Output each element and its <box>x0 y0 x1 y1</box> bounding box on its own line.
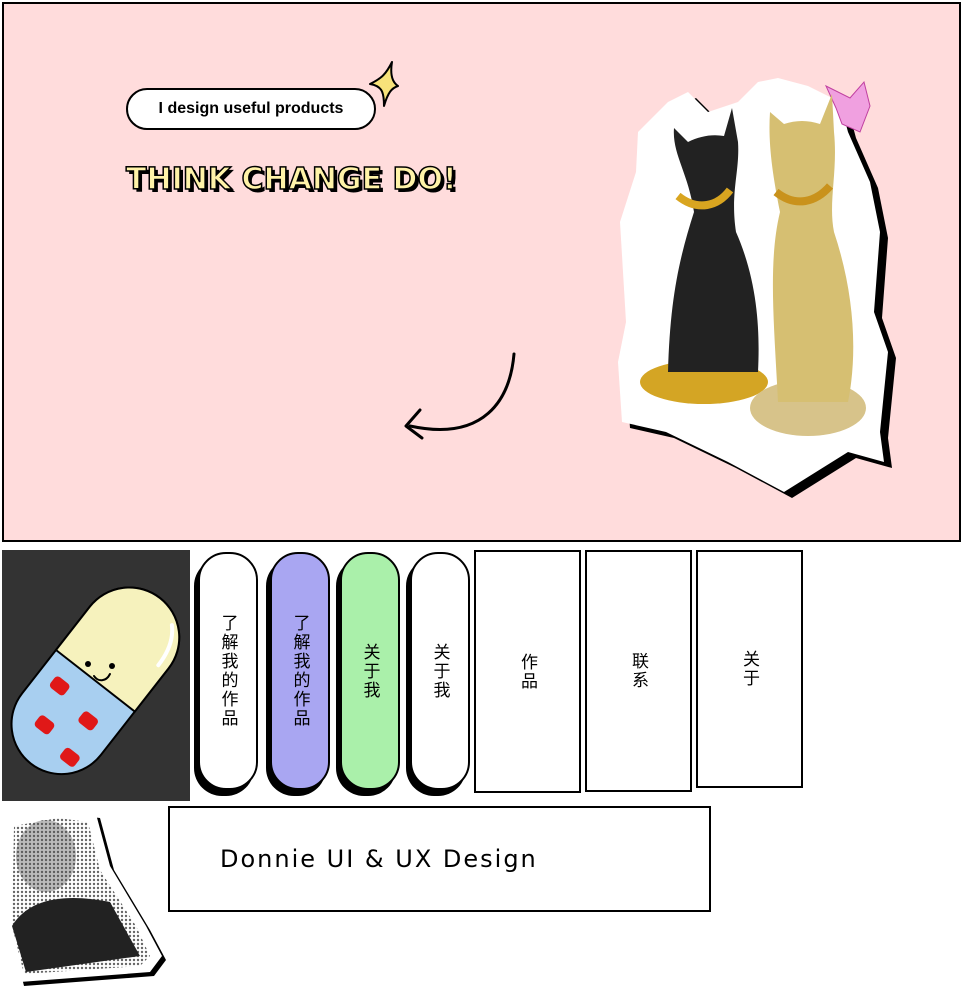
hero-banner: I design useful products THINK CHANGE DO… <box>2 2 961 542</box>
tagline-text: I design useful products <box>158 100 344 117</box>
nav-pill-about-2[interactable]: 关于我 <box>410 552 470 790</box>
brand-name: Donnie UI & UX Design <box>220 845 538 873</box>
nav-box-works[interactable]: 作品 <box>474 550 581 793</box>
nav-box-about[interactable]: 关于 <box>696 550 803 788</box>
pill-illustration-tile <box>2 550 190 801</box>
sparkle-icon <box>369 61 399 107</box>
nav-pill-works-2[interactable]: 了解我的作品 <box>270 552 330 790</box>
tagline-badge: I design useful products <box>126 88 376 130</box>
nav-box-contact[interactable]: 联系 <box>585 550 692 792</box>
nav-pill-label: 了解我的作品 <box>217 614 238 728</box>
nav-pill-works-1[interactable]: 了解我的作品 <box>198 552 258 790</box>
nav-pill-label: 关于我 <box>359 642 380 700</box>
nav-pill-label: 关于我 <box>429 642 450 700</box>
brand-banner[interactable]: Donnie UI & UX Design <box>168 806 711 912</box>
nav-pill-about-1[interactable]: 关于我 <box>340 552 400 790</box>
cat-statues-image <box>618 78 896 498</box>
nav-box-label: 作品 <box>517 652 537 691</box>
hero-headline: THINK CHANGE DO! <box>125 161 457 198</box>
curved-arrow-icon <box>404 352 516 440</box>
pill-icon <box>10 586 181 776</box>
nav-box-label: 联系 <box>628 652 648 690</box>
nav-pill-label: 了解我的作品 <box>289 614 310 728</box>
nav-box-label: 关于 <box>739 650 759 688</box>
portrait-image <box>6 810 166 986</box>
